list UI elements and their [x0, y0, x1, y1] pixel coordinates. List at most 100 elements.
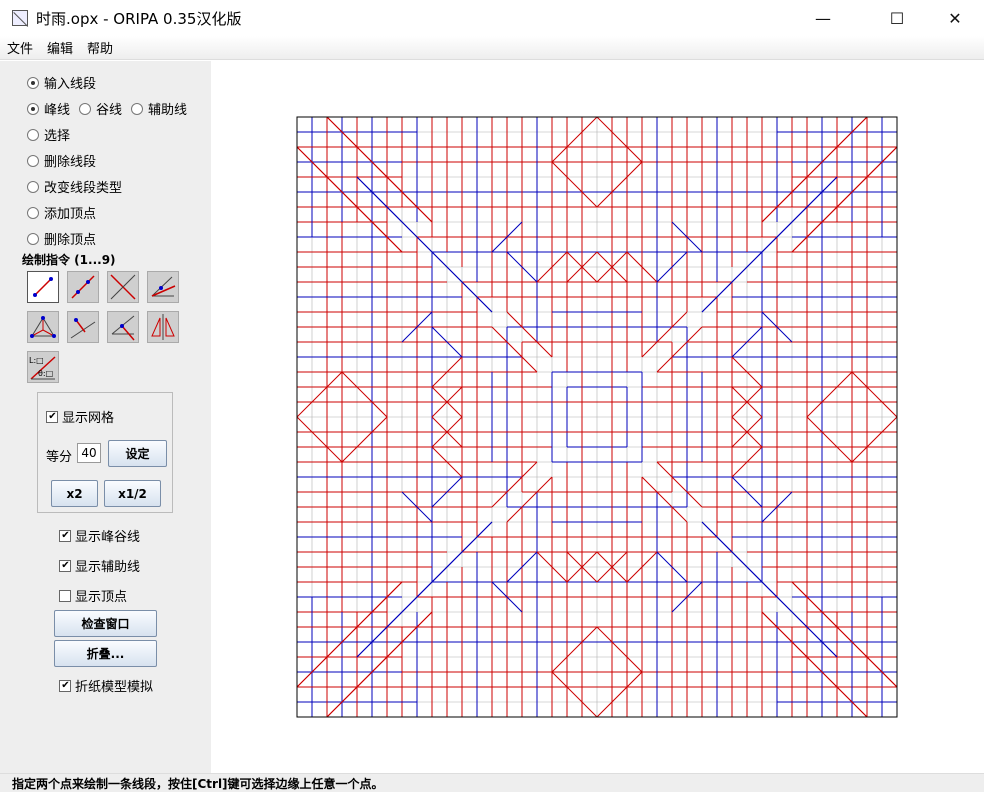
check-window-button[interactable]: 检查窗口	[54, 610, 157, 637]
mode-change-type[interactable]: 改变线段类型	[27, 177, 122, 196]
mode-add-vertex[interactable]: 添加顶点	[27, 203, 96, 222]
line-type-aux[interactable]: 辅助线	[131, 99, 187, 118]
radio-select[interactable]	[27, 128, 39, 141]
tool-two-point-line[interactable]	[27, 271, 59, 303]
line-type-valley-label: 谷线	[96, 103, 123, 118]
mode-delete-line-label: 删除线段	[44, 155, 97, 170]
crease-line	[341, 371, 388, 418]
grid-half-button[interactable]: x1/2	[104, 480, 161, 507]
show-aux-label: 显示辅助线	[75, 560, 141, 575]
crease-line	[506, 476, 553, 523]
crease-line	[596, 161, 643, 208]
mode-input-line[interactable]: 输入线段	[27, 73, 96, 92]
crease-line	[551, 671, 598, 718]
crease-line	[851, 371, 898, 418]
crease-line	[701, 176, 838, 313]
by-value-length-text: L:□	[29, 356, 44, 365]
set-grid-button[interactable]: 设定	[108, 440, 167, 467]
triangle-incenter-icon	[30, 316, 56, 338]
crease-line	[641, 476, 688, 523]
tool-segment-extend[interactable]	[67, 271, 99, 303]
simulate-checkbox[interactable]	[59, 679, 71, 692]
crease-line	[806, 371, 853, 418]
crease-line	[641, 311, 688, 358]
simulate-row[interactable]: 折纸模型模拟	[59, 676, 153, 695]
menu-edit[interactable]: 编辑	[40, 38, 80, 57]
crease-line	[791, 581, 898, 688]
crease-line	[551, 116, 598, 163]
radio-valley[interactable]	[79, 102, 92, 115]
oripa-app-icon	[12, 10, 28, 26]
show-vertices-row[interactable]: 显示顶点	[59, 586, 127, 605]
crease-line	[296, 581, 403, 688]
line-type-mountain-label: 峰线	[44, 103, 71, 118]
show-mv-label: 显示峰谷线	[75, 530, 141, 545]
show-vertices-checkbox[interactable]	[59, 589, 71, 602]
maximize-button[interactable]: ☐	[874, 0, 920, 36]
line-type-mountain[interactable]: 峰线	[27, 99, 70, 118]
radio-change-type[interactable]	[27, 180, 39, 193]
mode-input-line-label: 输入线段	[44, 77, 97, 92]
fold-button[interactable]: 折叠...	[54, 640, 157, 667]
show-grid-row[interactable]: 显示网格	[46, 407, 114, 426]
mode-delete-vertex[interactable]: 删除顶点	[27, 229, 96, 248]
show-mv-row[interactable]: 显示峰谷线	[59, 526, 140, 545]
show-mv-checkbox[interactable]	[59, 529, 71, 542]
minimize-button[interactable]: —	[800, 0, 846, 36]
show-aux-checkbox[interactable]	[59, 559, 71, 572]
angle-bisector-icon	[151, 276, 176, 297]
tool-symmetric-line[interactable]	[107, 311, 139, 343]
radio-delete-vertex[interactable]	[27, 232, 39, 245]
by-value-angle-text: θ:□	[38, 369, 53, 378]
tool-triangle-incenter[interactable]	[27, 311, 59, 343]
mode-select-label: 选择	[44, 129, 71, 144]
crease-line	[596, 116, 643, 163]
show-grid-label: 显示网格	[62, 411, 115, 426]
show-grid-checkbox[interactable]	[46, 410, 58, 423]
window-title: 时雨.opx - ORIPA 0.35汉化版	[36, 9, 242, 28]
tool-perpendicular-line[interactable]	[67, 311, 99, 343]
radio-aux[interactable]	[131, 102, 144, 115]
crease-line	[491, 326, 538, 373]
divide-input[interactable]: 40	[77, 443, 101, 463]
tool-perpendicular-cross[interactable]	[107, 271, 139, 303]
crease-line	[356, 521, 493, 658]
tool-angle-bisector[interactable]	[147, 271, 179, 303]
show-aux-row[interactable]: 显示辅助线	[59, 556, 140, 575]
mode-delete-line[interactable]: 删除线段	[27, 151, 96, 170]
line-type-group: 峰线 谷线 辅助线	[27, 99, 196, 118]
divide-label: 等分	[46, 450, 73, 465]
radio-delete-line[interactable]	[27, 154, 39, 167]
crease-line	[761, 611, 868, 718]
tool-mirror-copy[interactable]	[147, 311, 179, 343]
menu-bar: 文件 编辑 帮助	[0, 36, 984, 60]
crease-line	[701, 521, 838, 658]
perpendicular-cross-icon	[110, 274, 136, 300]
mirror-copy-icon	[151, 314, 175, 340]
menu-help[interactable]: 帮助	[80, 38, 120, 57]
tool-by-value[interactable]: L:□ θ:□	[27, 351, 59, 383]
line-type-valley[interactable]: 谷线	[79, 99, 122, 118]
two-point-line-icon	[33, 277, 53, 297]
close-button[interactable]: ✕	[932, 0, 978, 36]
grid-double-button[interactable]: x2	[51, 480, 98, 507]
crease-line	[326, 116, 433, 223]
mode-select[interactable]: 选择	[27, 125, 70, 144]
crease-line	[506, 311, 553, 358]
crease-line	[551, 626, 598, 673]
radio-mountain[interactable]	[27, 102, 39, 115]
crease-line	[656, 461, 703, 508]
crease-pattern-canvas[interactable]	[211, 61, 982, 773]
crease-line	[551, 161, 598, 208]
crease-line	[596, 671, 643, 718]
radio-add-vertex[interactable]	[27, 206, 39, 219]
mode-delete-vertex-label: 删除顶点	[44, 233, 97, 248]
crease-line	[656, 326, 703, 373]
crease-line	[791, 146, 898, 253]
draw-commands-label: 绘制指令 (1...9)	[22, 253, 116, 267]
radio-input-line[interactable]	[27, 76, 39, 89]
tool-sidebar: 输入线段 峰线 谷线 辅助线 选择 删除线段 改变线段类型 添加顶点 删除顶点 …	[0, 61, 211, 773]
crease-pattern-svg[interactable]	[211, 61, 982, 773]
menu-file[interactable]: 文件	[0, 38, 40, 57]
show-vertices-label: 显示顶点	[75, 590, 128, 605]
